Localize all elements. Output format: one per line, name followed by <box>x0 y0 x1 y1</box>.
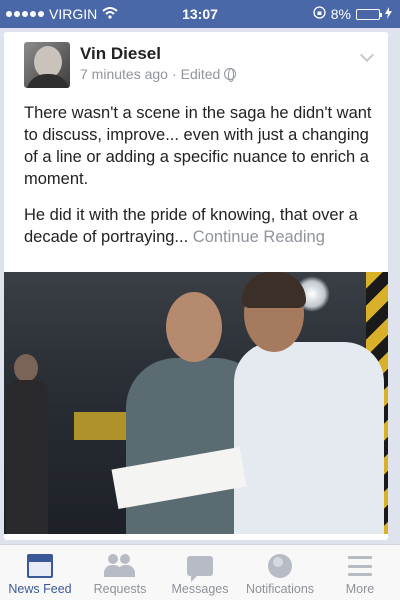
post-paragraph-2: He did it with the pride of knowing, tha… <box>24 204 374 248</box>
battery-icon <box>356 8 382 20</box>
hamburger-icon <box>348 556 372 576</box>
tab-requests-label: Requests <box>93 582 147 596</box>
status-bar: VIRGIN 13:07 8% <box>0 0 400 28</box>
messages-icon <box>187 556 213 582</box>
tab-more-label: More <box>345 582 375 596</box>
globe-icon <box>224 68 237 82</box>
post-card: Vin Diesel 7 minutes ago · Edited There … <box>4 32 388 540</box>
edited-label[interactable]: Edited <box>181 66 221 82</box>
tab-messages-label: Messages <box>171 582 229 596</box>
photo-bystander <box>4 354 48 534</box>
news-feed-icon <box>27 554 53 578</box>
photo-person-right <box>224 272 388 534</box>
continue-reading-link[interactable]: Continue Reading <box>193 228 325 246</box>
bystander-head <box>14 354 38 382</box>
avatar[interactable] <box>24 42 70 88</box>
post-paragraph-1: There wasn't a scene in the saga he didn… <box>24 104 372 188</box>
tab-requests[interactable]: Requests <box>80 545 160 600</box>
post-photo[interactable] <box>4 272 388 534</box>
person-right-body <box>234 342 384 534</box>
person-left-head <box>166 292 222 362</box>
tab-messages[interactable]: Messages <box>160 545 240 600</box>
tab-notifications[interactable]: Notifications <box>240 545 320 600</box>
tab-news-feed-label: News Feed <box>8 582 72 596</box>
bottom-tab-bar: News Feed Requests Messages Notification… <box>0 544 400 600</box>
avatar-body <box>26 74 70 88</box>
post-author[interactable]: Vin Diesel <box>80 44 161 64</box>
tab-notifications-label: Notifications <box>245 582 315 596</box>
person-right-hair <box>242 272 306 308</box>
bystander-body <box>6 380 48 534</box>
friend-requests-icon <box>104 554 136 578</box>
rotation-lock-icon <box>313 6 326 22</box>
post-timestamp[interactable]: 7 minutes ago <box>80 66 168 82</box>
globe-notifications-icon <box>268 554 292 578</box>
chevron-down-icon[interactable] <box>359 47 375 63</box>
battery-percent: 8% <box>330 6 351 22</box>
charging-icon <box>385 6 392 22</box>
post-meta: 7 minutes ago · Edited <box>80 66 237 82</box>
tab-news-feed[interactable]: News Feed <box>0 545 80 600</box>
meta-separator: · <box>171 66 177 82</box>
tab-more[interactable]: More <box>320 545 400 600</box>
battery-group: 8% <box>313 6 392 22</box>
